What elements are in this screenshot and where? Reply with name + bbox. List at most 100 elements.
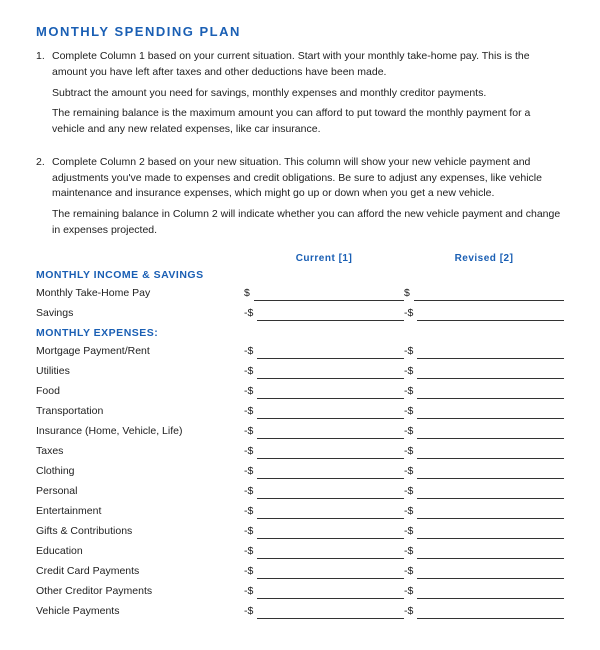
- expense-revised-input-6[interactable]: [417, 463, 564, 479]
- expense-revised-input-9[interactable]: [417, 523, 564, 539]
- expense-current-13[interactable]: -$: [244, 603, 404, 619]
- expense-revised-1[interactable]: -$: [404, 363, 564, 379]
- expense-revised-11[interactable]: -$: [404, 563, 564, 579]
- expense-row-2: Food -$ -$: [36, 381, 564, 401]
- expense-revised-0[interactable]: -$: [404, 343, 564, 359]
- expense-label-6: Clothing: [36, 465, 244, 477]
- savings-current-prefix: -$: [244, 307, 253, 319]
- instruction-1: 1. Complete Column 1 based on your curre…: [36, 49, 564, 143]
- savings-revised-input[interactable]: [417, 305, 564, 321]
- expense-label-8: Entertainment: [36, 505, 244, 517]
- expense-label-2: Food: [36, 385, 244, 397]
- expense-revised-input-3[interactable]: [417, 403, 564, 419]
- expense-revised-input-8[interactable]: [417, 503, 564, 519]
- savings-current-input[interactable]: [257, 305, 404, 321]
- expense-rows-container: Mortgage Payment/Rent -$ -$ Utilities -$…: [36, 341, 564, 621]
- expense-revised-10[interactable]: -$: [404, 543, 564, 559]
- expense-revised-2[interactable]: -$: [404, 383, 564, 399]
- expense-revised-prefix-2: -$: [404, 385, 413, 397]
- instruction-2-text: Complete Column 2 based on your new situ…: [52, 155, 564, 244]
- expense-revised-12[interactable]: -$: [404, 583, 564, 599]
- expense-current-input-1[interactable]: [257, 363, 404, 379]
- savings-label: Savings: [36, 307, 244, 319]
- expense-revised-prefix-1: -$: [404, 365, 413, 377]
- expense-current-prefix-13: -$: [244, 605, 253, 617]
- expense-current-input-2[interactable]: [257, 383, 404, 399]
- expense-current-input-7[interactable]: [257, 483, 404, 499]
- expense-revised-input-7[interactable]: [417, 483, 564, 499]
- expense-current-1[interactable]: -$: [244, 363, 404, 379]
- take-home-pay-revised-prefix: $: [404, 287, 410, 299]
- row-savings: Savings -$ -$: [36, 303, 564, 323]
- expense-current-5[interactable]: -$: [244, 443, 404, 459]
- expense-current-9[interactable]: -$: [244, 523, 404, 539]
- expense-label-13: Vehicle Payments: [36, 605, 244, 617]
- expense-current-prefix-1: -$: [244, 365, 253, 377]
- expense-current-input-12[interactable]: [257, 583, 404, 599]
- take-home-pay-current-prefix: $: [244, 287, 250, 299]
- expense-revised-7[interactable]: -$: [404, 483, 564, 499]
- expense-revised-prefix-5: -$: [404, 445, 413, 457]
- expense-current-prefix-2: -$: [244, 385, 253, 397]
- expense-revised-input-12[interactable]: [417, 583, 564, 599]
- expense-current-prefix-6: -$: [244, 465, 253, 477]
- expense-current-input-11[interactable]: [257, 563, 404, 579]
- expense-current-prefix-7: -$: [244, 485, 253, 497]
- expense-revised-input-4[interactable]: [417, 423, 564, 439]
- expense-revised-input-1[interactable]: [417, 363, 564, 379]
- expense-current-10[interactable]: -$: [244, 543, 404, 559]
- expense-current-prefix-3: -$: [244, 405, 253, 417]
- expense-revised-3[interactable]: -$: [404, 403, 564, 419]
- expense-current-11[interactable]: -$: [244, 563, 404, 579]
- col-revised-header: Revised [2]: [404, 252, 564, 265]
- savings-current[interactable]: -$: [244, 305, 404, 321]
- expense-current-prefix-4: -$: [244, 425, 253, 437]
- expense-current-input-5[interactable]: [257, 443, 404, 459]
- take-home-pay-revised-input[interactable]: [414, 285, 564, 301]
- expense-current-input-6[interactable]: [257, 463, 404, 479]
- expense-current-prefix-12: -$: [244, 585, 253, 597]
- expense-current-4[interactable]: -$: [244, 423, 404, 439]
- take-home-pay-current[interactable]: $: [244, 285, 404, 301]
- expense-current-input-9[interactable]: [257, 523, 404, 539]
- expense-current-0[interactable]: -$: [244, 343, 404, 359]
- expense-current-input-3[interactable]: [257, 403, 404, 419]
- expense-revised-13[interactable]: -$: [404, 603, 564, 619]
- expense-label-1: Utilities: [36, 365, 244, 377]
- expense-current-7[interactable]: -$: [244, 483, 404, 499]
- expense-row-3: Transportation -$ -$: [36, 401, 564, 421]
- expense-current-8[interactable]: -$: [244, 503, 404, 519]
- expense-row-12: Other Creditor Payments -$ -$: [36, 581, 564, 601]
- expense-current-2[interactable]: -$: [244, 383, 404, 399]
- expense-revised-9[interactable]: -$: [404, 523, 564, 539]
- expense-revised-4[interactable]: -$: [404, 423, 564, 439]
- expense-revised-input-0[interactable]: [417, 343, 564, 359]
- expense-revised-input-2[interactable]: [417, 383, 564, 399]
- expense-current-3[interactable]: -$: [244, 403, 404, 419]
- expense-current-prefix-5: -$: [244, 445, 253, 457]
- expense-revised-prefix-4: -$: [404, 425, 413, 437]
- expense-revised-input-10[interactable]: [417, 543, 564, 559]
- expense-revised-8[interactable]: -$: [404, 503, 564, 519]
- expense-current-prefix-11: -$: [244, 565, 253, 577]
- expense-revised-6[interactable]: -$: [404, 463, 564, 479]
- expense-current-prefix-0: -$: [244, 345, 253, 357]
- savings-revised[interactable]: -$: [404, 305, 564, 321]
- expense-current-input-8[interactable]: [257, 503, 404, 519]
- expense-revised-prefix-9: -$: [404, 525, 413, 537]
- expense-current-12[interactable]: -$: [244, 583, 404, 599]
- expense-label-4: Insurance (Home, Vehicle, Life): [36, 425, 244, 437]
- take-home-pay-current-input[interactable]: [254, 285, 404, 301]
- expense-current-6[interactable]: -$: [244, 463, 404, 479]
- expense-current-input-0[interactable]: [257, 343, 404, 359]
- expense-current-input-13[interactable]: [257, 603, 404, 619]
- spending-table: Current [1] Revised [2] Monthly Income &…: [36, 252, 564, 621]
- expense-row-6: Clothing -$ -$: [36, 461, 564, 481]
- expense-revised-5[interactable]: -$: [404, 443, 564, 459]
- expense-current-input-4[interactable]: [257, 423, 404, 439]
- expense-revised-input-11[interactable]: [417, 563, 564, 579]
- take-home-pay-revised[interactable]: $: [404, 285, 564, 301]
- expense-revised-input-13[interactable]: [417, 603, 564, 619]
- expense-current-input-10[interactable]: [257, 543, 404, 559]
- expense-revised-input-5[interactable]: [417, 443, 564, 459]
